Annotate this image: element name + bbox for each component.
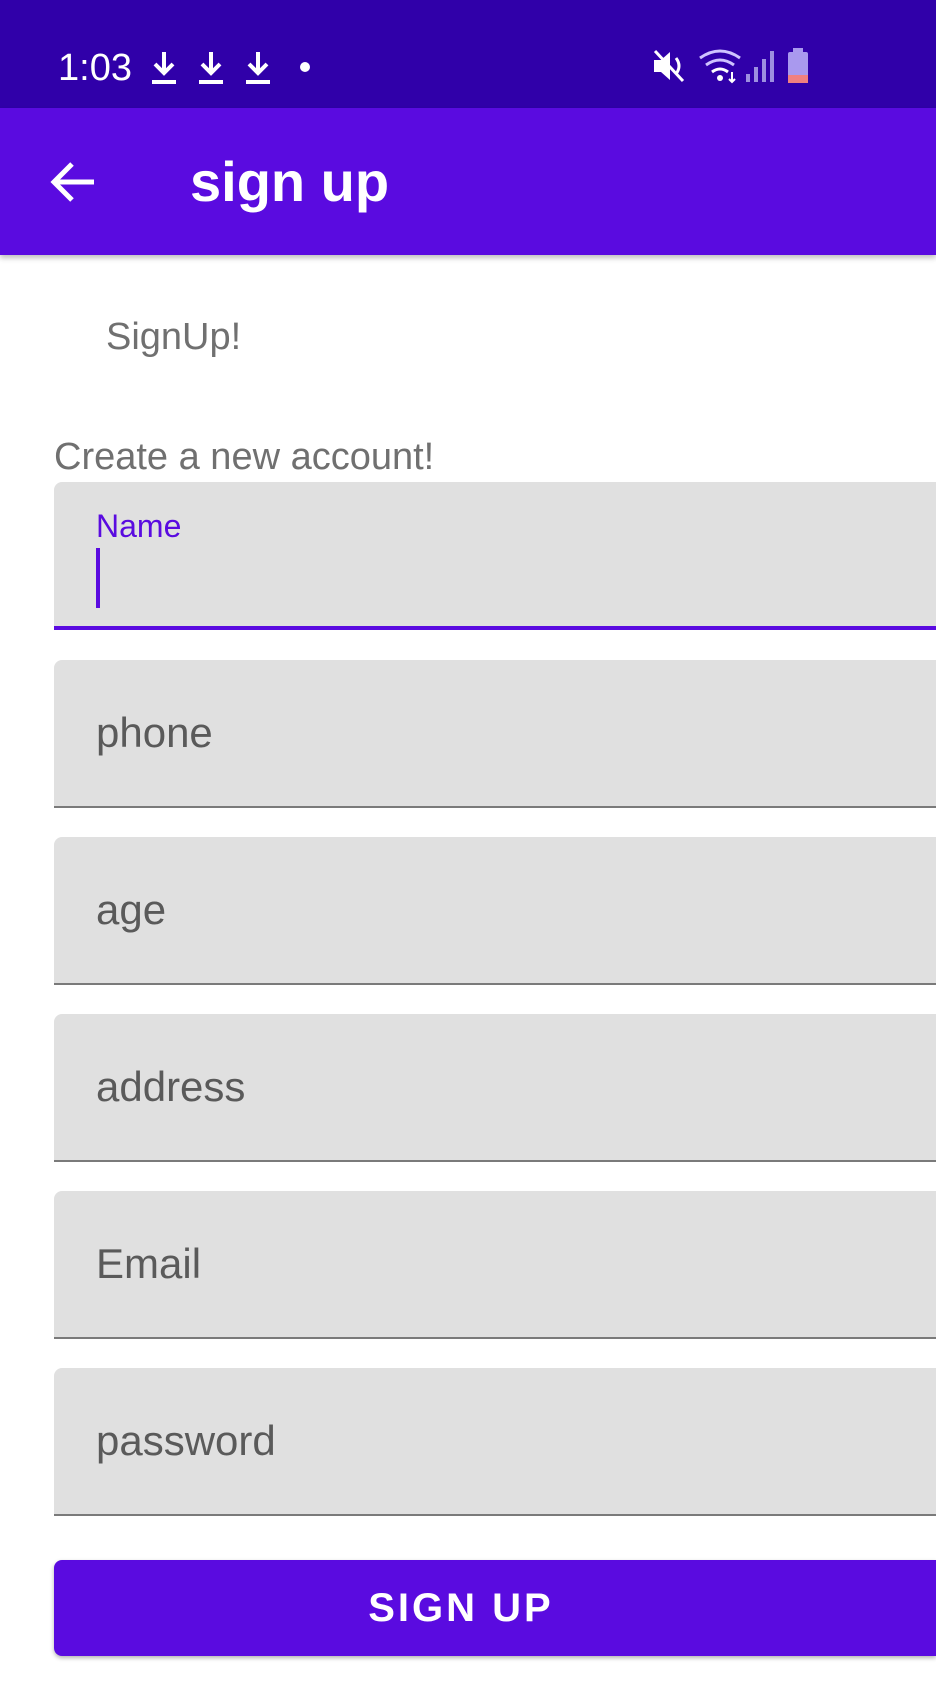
email-field-hint: Email (96, 1240, 202, 1287)
download-icon (152, 52, 176, 84)
name-input[interactable] (106, 548, 906, 608)
page-subheading: Create a new account! (54, 436, 435, 478)
status-time: 1:03 (58, 47, 132, 89)
age-field-hint: age (96, 886, 167, 933)
download-icon (246, 52, 270, 84)
password-field[interactable]: password (54, 1368, 936, 1516)
address-field[interactable]: address (54, 1014, 936, 1162)
phone-field[interactable]: phone (54, 660, 936, 808)
status-bar: 1:03 (0, 0, 936, 108)
app-bar-title: sign up (190, 150, 390, 213)
signal-icon (746, 51, 774, 82)
sign-up-button[interactable]: SIGN UP (54, 1560, 936, 1656)
wifi-icon (699, 49, 741, 84)
back-button[interactable] (36, 144, 112, 220)
page-heading: SignUp! (106, 316, 242, 358)
password-field-hint: password (96, 1417, 276, 1464)
name-field-label: Name (96, 508, 182, 544)
download-icon (199, 52, 223, 84)
arrow-back-icon (50, 162, 94, 202)
app-bar: sign up (0, 108, 936, 255)
email-field[interactable]: Email (54, 1191, 936, 1339)
notification-dot-icon (300, 62, 310, 72)
battery-icon (788, 48, 808, 83)
phone-field-hint: phone (96, 709, 213, 756)
address-field-hint: address (96, 1063, 246, 1110)
sign-up-button-label: SIGN UP (368, 1585, 554, 1630)
name-field[interactable]: Name (54, 482, 936, 630)
age-field[interactable]: age (54, 837, 936, 985)
mute-icon (653, 49, 685, 83)
text-caret (96, 548, 100, 608)
